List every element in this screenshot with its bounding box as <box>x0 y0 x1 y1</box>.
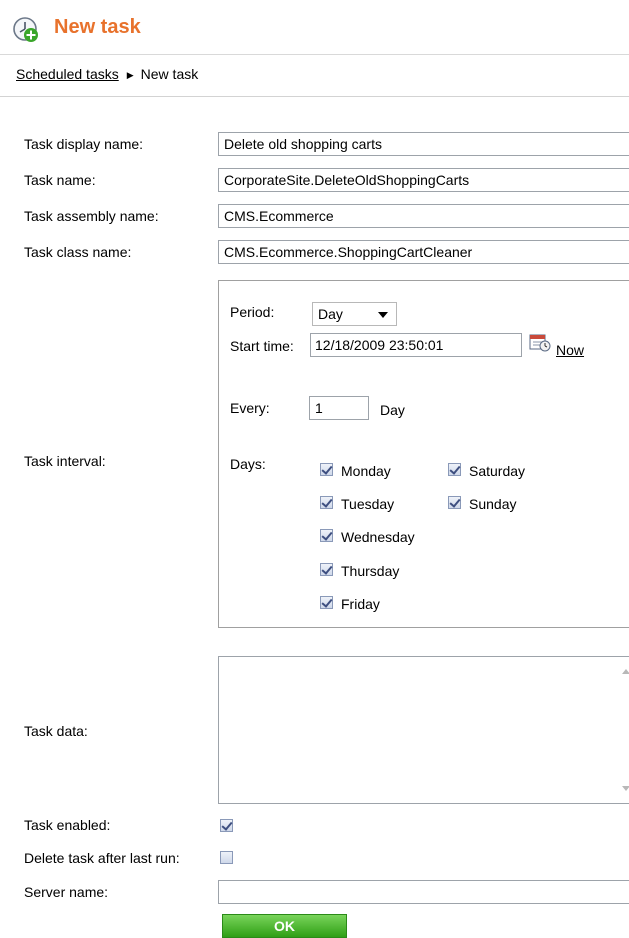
every-label: Every: <box>230 400 270 416</box>
class-name-input[interactable]: CMS.Ecommerce.ShoppingCartCleaner <box>218 240 629 264</box>
assembly-name-input[interactable]: CMS.Ecommerce <box>218 204 629 228</box>
header-divider <box>0 96 629 97</box>
display-name-label: Task display name: <box>24 136 144 152</box>
display-name-input[interactable]: Delete old shopping carts <box>218 132 629 156</box>
task-enabled-checkbox[interactable] <box>220 819 233 832</box>
task-interval-label: Task interval: <box>24 453 106 469</box>
delete-after-last-run-checkbox[interactable] <box>220 851 233 864</box>
class-name-label: Task class name: <box>24 244 132 260</box>
period-select[interactable]: Day <box>312 302 397 326</box>
every-unit-label: Day <box>380 402 405 418</box>
wednesday-checkbox[interactable] <box>320 529 333 542</box>
assembly-name-label: Task assembly name: <box>24 208 159 224</box>
monday-label: Monday <box>341 463 391 479</box>
sunday-checkbox[interactable] <box>448 496 461 509</box>
breadcrumb-scheduled-tasks-link[interactable]: Scheduled tasks <box>16 66 119 82</box>
task-name-label: Task name: <box>24 172 96 188</box>
delete-after-last-run-label: Delete task after last run: <box>24 850 180 866</box>
server-name-label: Server name: <box>24 884 109 900</box>
friday-checkbox[interactable] <box>320 596 333 609</box>
saturday-label: Saturday <box>469 463 526 479</box>
period-label: Period: <box>230 304 275 320</box>
task-data-textarea[interactable] <box>218 656 629 804</box>
server-name-input[interactable] <box>218 880 629 904</box>
thursday-checkbox[interactable] <box>320 563 333 576</box>
breadcrumb: Scheduled tasks ▶ New task <box>16 66 198 82</box>
scroll-down-icon[interactable] <box>622 786 629 791</box>
start-time-input[interactable]: 12/18/2009 23:50:01 <box>310 333 522 357</box>
saturday-checkbox[interactable] <box>448 463 461 476</box>
chevron-down-icon <box>378 312 388 318</box>
tuesday-checkbox[interactable] <box>320 496 333 509</box>
scroll-up-icon[interactable] <box>622 669 629 674</box>
task-data-label: Task data: <box>24 723 88 739</box>
every-input[interactable]: 1 <box>309 396 369 420</box>
period-select-value: Day <box>318 306 343 322</box>
start-time-label: Start time: <box>230 338 294 354</box>
now-link[interactable]: Now <box>556 342 584 358</box>
task-interval-panel: Period: Day Start time: 12/18/2009 23:50… <box>218 280 629 628</box>
wednesday-label: Wednesday <box>341 529 415 545</box>
triangle-right-icon: ▶ <box>126 70 134 80</box>
breadcrumb-current: New task <box>140 66 199 82</box>
page-title: New task <box>54 16 141 38</box>
friday-label: Friday <box>341 596 380 612</box>
calendar-icon[interactable] <box>529 333 551 353</box>
task-name-input[interactable]: CorporateSite.DeleteOldShoppingCarts <box>218 168 629 192</box>
days-label: Days: <box>230 456 266 472</box>
scheduled-task-add-icon <box>13 17 38 42</box>
ok-button[interactable]: OK <box>222 914 347 938</box>
thursday-label: Thursday <box>341 563 400 579</box>
monday-checkbox[interactable] <box>320 463 333 476</box>
page-header: New task <box>0 0 629 55</box>
task-enabled-label: Task enabled: <box>24 817 111 833</box>
tuesday-label: Tuesday <box>341 496 395 512</box>
sunday-label: Sunday <box>469 496 517 512</box>
